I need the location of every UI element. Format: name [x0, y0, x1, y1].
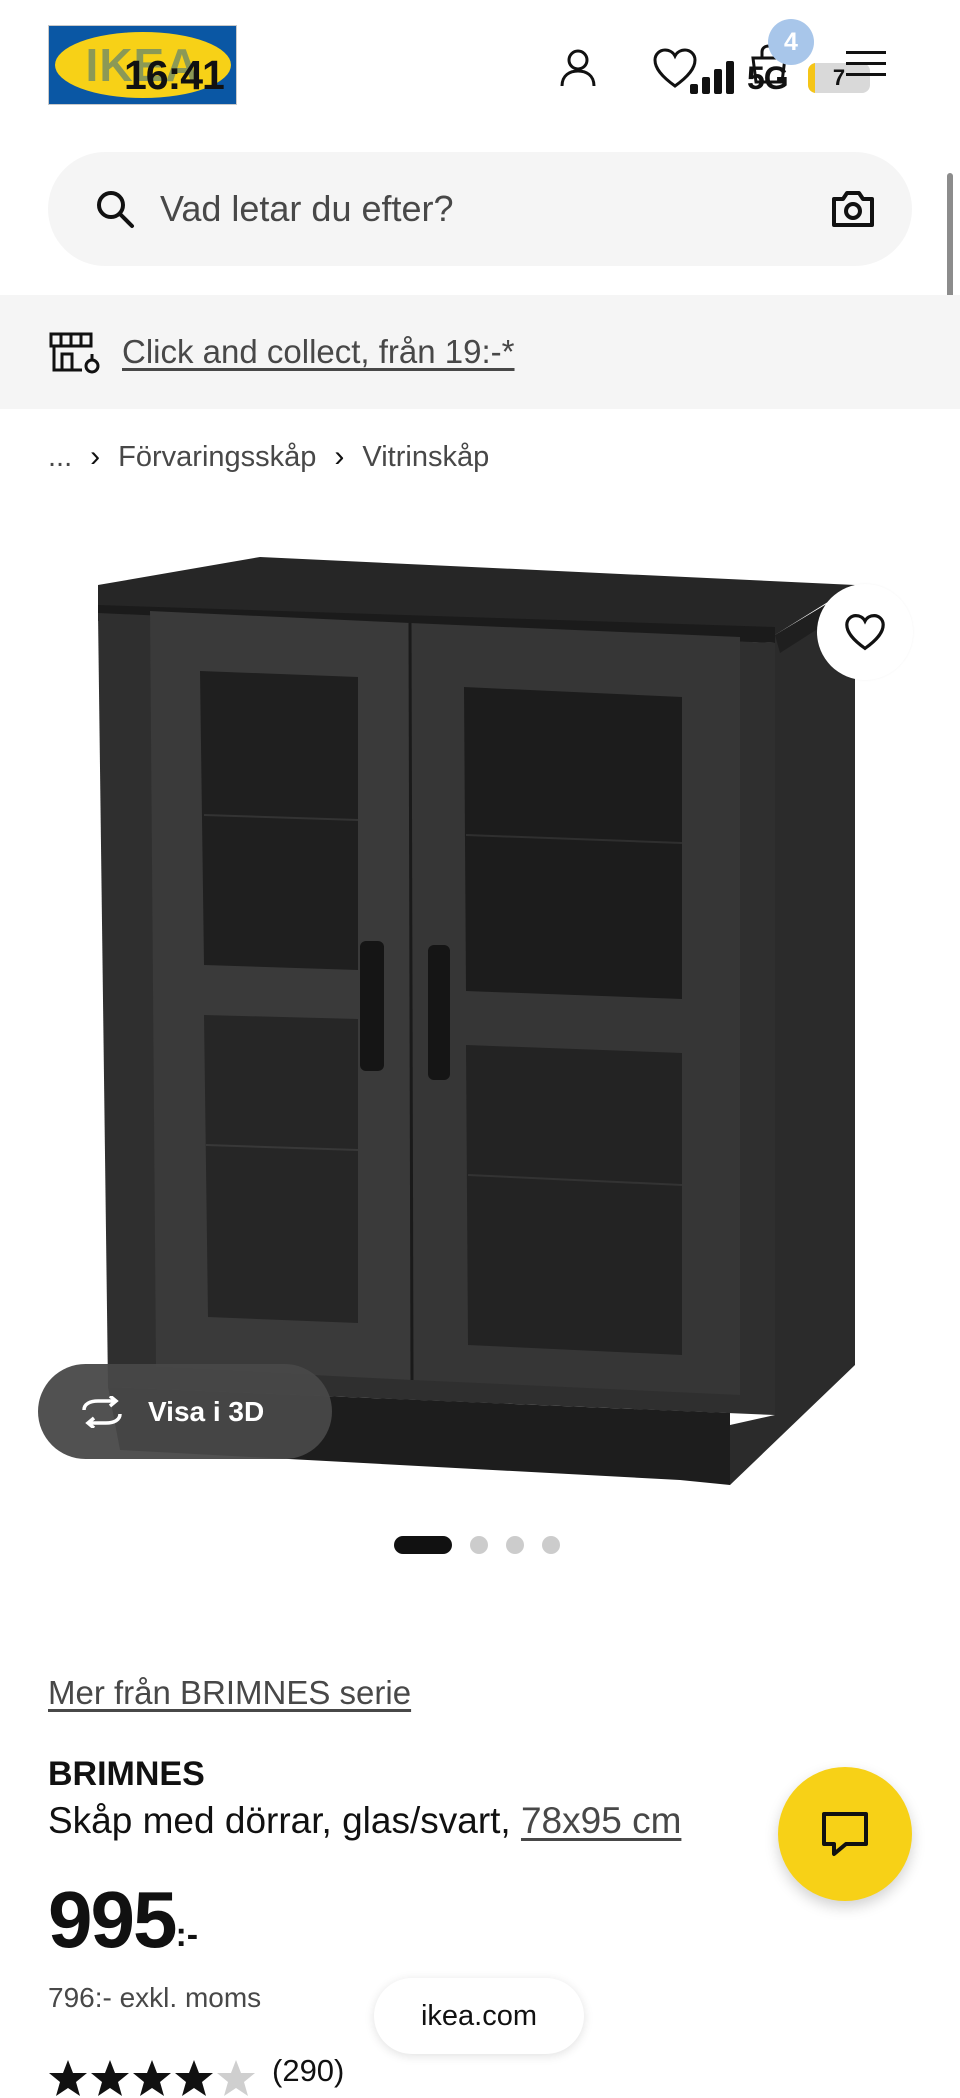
view-in-3d-button[interactable]: Visa i 3D: [38, 1364, 332, 1459]
carousel-dot-2[interactable]: [470, 1536, 488, 1554]
product-price: 995 :-: [48, 1880, 198, 1960]
series-link[interactable]: Mer från BRIMNES serie: [48, 1674, 411, 1712]
product-type: Skåp med dörrar, glas/svart,: [48, 1800, 511, 1841]
chat-icon: [820, 1810, 870, 1858]
price-value: 995: [48, 1875, 177, 1964]
star-icon: [91, 2060, 129, 2096]
person-icon[interactable]: [548, 38, 608, 98]
network-type: 5G: [747, 60, 789, 96]
view-in-3d-label: Visa i 3D: [148, 1395, 265, 1427]
breadcrumb-ellipsis[interactable]: ...: [48, 441, 72, 474]
status-time: 16:41: [124, 52, 225, 98]
image-carousel-indicator[interactable]: [394, 1536, 560, 1554]
search-icon: [94, 188, 136, 230]
carousel-dot-1[interactable]: [394, 1536, 452, 1554]
camera-icon[interactable]: [830, 189, 876, 229]
click-collect-link[interactable]: Click and collect, från 19:-*: [122, 333, 515, 371]
rotate-icon: [78, 1395, 126, 1428]
star-icon: [49, 2060, 87, 2096]
carousel-dot-4[interactable]: [542, 1536, 560, 1554]
review-count[interactable]: (290): [272, 2053, 344, 2089]
price-suffix: :-: [175, 1916, 199, 1954]
signal-icon: [686, 58, 738, 96]
breadcrumb: ... › Förvaringsskåp › Vitrinskåp: [48, 440, 489, 474]
store-icon: [48, 330, 100, 374]
breadcrumb-item-vitrinskap[interactable]: Vitrinskåp: [362, 441, 489, 474]
rating-stars[interactable]: [48, 2058, 260, 2098]
carousel-dot-3[interactable]: [506, 1536, 524, 1554]
price-excl-vat: 796:- exkl. moms: [48, 1982, 262, 2013]
hamburger-menu-icon[interactable]: [840, 42, 892, 86]
search-bar[interactable]: Vad letar du efter?: [48, 152, 912, 266]
star-icon: [217, 2060, 255, 2096]
add-to-favorites-button[interactable]: [817, 584, 913, 680]
star-icon: [133, 2060, 171, 2096]
breadcrumb-item-forvaringsskap[interactable]: Förvaringsskåp: [118, 441, 316, 474]
click-collect-banner[interactable]: Click and collect, från 19:-*: [0, 295, 960, 409]
product-description: Skåp med dörrar, glas/svart, 78x95 cm: [48, 1800, 681, 1842]
browser-address-pill[interactable]: ikea.com: [374, 1978, 584, 2054]
product-image[interactable]: [80, 545, 880, 1495]
search-input[interactable]: Vad letar du efter?: [160, 188, 830, 230]
chevron-right-icon: ›: [90, 440, 101, 473]
heart-icon: [843, 612, 887, 652]
cart-count-badge: 4: [768, 19, 814, 65]
product-dimensions-link[interactable]: 78x95 cm: [521, 1800, 681, 1841]
chevron-right-icon: ›: [334, 440, 345, 473]
chat-button[interactable]: [778, 1767, 912, 1901]
product-name: BRIMNES: [48, 1755, 205, 1793]
star-icon: [175, 2060, 213, 2096]
